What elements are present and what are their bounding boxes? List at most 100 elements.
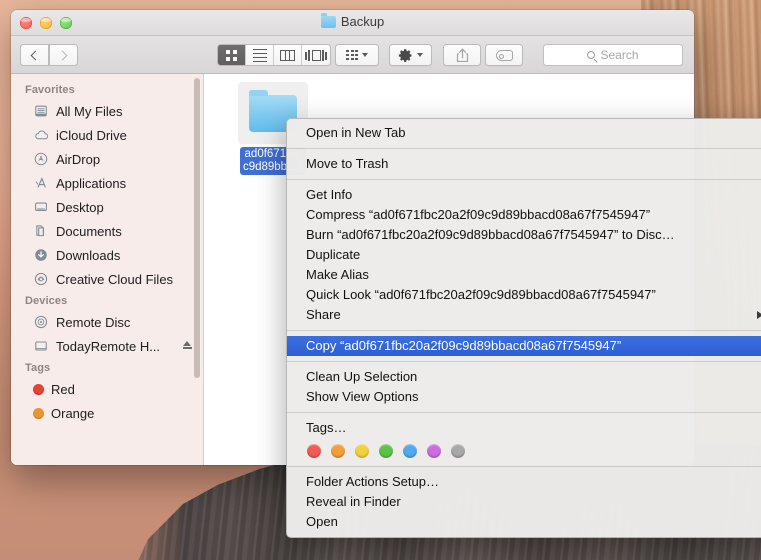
chevron-down-icon (361, 53, 368, 57)
action-gear-button[interactable] (389, 44, 432, 66)
icon-view-button[interactable] (218, 45, 246, 65)
menu-item-quick-look[interactable]: Quick Look “ad0f671fbc20a2f09c9d89bbacd0… (287, 285, 761, 305)
arrange-grid-icon (346, 49, 358, 61)
tag-green-dot[interactable] (379, 444, 393, 458)
menu-item-make-alias[interactable]: Make Alias (287, 265, 761, 285)
menu-separator (287, 361, 761, 362)
arrange-button[interactable] (335, 44, 379, 66)
desktop-wallpaper: Backup Search Favorites All My Files iCl… (0, 0, 761, 560)
tag-dot-icon (33, 383, 44, 395)
search-icon (587, 51, 596, 59)
tag-gray-dot[interactable] (451, 444, 465, 458)
sidebar-item-label: Creative Cloud Files (56, 271, 174, 287)
desktop-icon (33, 199, 49, 215)
sidebar-item-tag-red[interactable]: Red (11, 377, 203, 401)
tag-red-dot[interactable] (307, 444, 321, 458)
sidebar-item-label: All My Files (56, 103, 123, 119)
menu-item-duplicate[interactable]: Duplicate (287, 245, 761, 265)
downloads-icon (33, 247, 49, 263)
hard-drive-icon (33, 338, 49, 354)
sidebar-header-devices: Devices (25, 295, 68, 307)
sidebar-item-label: Desktop (56, 199, 104, 215)
sidebar-item-label: Applications (56, 175, 127, 191)
tag-color-picker (287, 438, 761, 461)
sidebar-header-tags: Tags (25, 362, 51, 374)
submenu-arrow-icon (757, 311, 761, 319)
sidebar-item-label: iCloud Drive (56, 127, 127, 143)
sidebar-item-label: Red (51, 381, 75, 397)
sidebar-scrollbar[interactable] (194, 78, 200, 378)
menu-separator (287, 466, 761, 467)
menu-item-move-to-trash[interactable]: Move to Trash (287, 154, 761, 174)
menu-item-tags[interactable]: Tags… (287, 418, 761, 438)
window-title: Backup (11, 13, 694, 29)
view-mode-segmented-control (217, 44, 331, 66)
menu-item-burn-to-disc[interactable]: Burn “ad0f671fbc20a2f09c9d89bbacd08a67f7… (287, 225, 761, 245)
menu-item-get-info[interactable]: Get Info (287, 185, 761, 205)
coverflow-view-button[interactable] (302, 45, 330, 65)
sidebar-item-documents[interactable]: Documents (11, 219, 203, 243)
tag-dot-icon (33, 407, 44, 419)
menu-separator (287, 330, 761, 331)
sidebar-item-icloud-drive[interactable]: iCloud Drive (11, 123, 203, 147)
sidebar-item-label: TodayRemote H... (56, 338, 161, 354)
edit-tags-button[interactable] (485, 44, 523, 66)
all-my-files-icon (33, 103, 49, 119)
forward-button[interactable] (48, 44, 78, 66)
menu-item-folder-actions-setup[interactable]: Folder Actions Setup… (287, 472, 761, 492)
chevron-down-icon (417, 53, 423, 57)
menu-item-open[interactable]: Open (287, 512, 761, 532)
sidebar: Favorites All My Files iCloud Drive AirD… (11, 74, 204, 465)
tag-purple-dot[interactable] (427, 444, 441, 458)
coverflow-icon (305, 50, 327, 61)
tag-yellow-dot[interactable] (355, 444, 369, 458)
list-view-button[interactable] (246, 45, 274, 65)
airdrop-icon (33, 151, 49, 167)
menu-item-show-view-options[interactable]: Show View Options (287, 387, 761, 407)
sidebar-item-label: Downloads (56, 247, 121, 263)
search-input[interactable]: Search (543, 44, 683, 66)
title-bar: Backup (11, 10, 694, 36)
column-view-button[interactable] (274, 45, 302, 65)
tag-blue-dot[interactable] (403, 444, 417, 458)
sidebar-item-downloads[interactable]: Downloads (11, 243, 203, 267)
applications-icon (33, 175, 49, 191)
eject-icon[interactable] (182, 341, 192, 349)
list-icon (252, 48, 267, 63)
sidebar-item-remote-disc[interactable]: Remote Disc (11, 310, 203, 334)
sidebar-item-creative-cloud-files[interactable]: Creative Cloud Files (11, 267, 203, 291)
menu-item-clean-up-selection[interactable]: Clean Up Selection (287, 367, 761, 387)
toolbar: Search (11, 36, 694, 74)
sidebar-item-applications[interactable]: Applications (11, 171, 203, 195)
share-button[interactable] (443, 44, 481, 66)
tag-orange-dot[interactable] (331, 444, 345, 458)
sidebar-item-label: Documents (56, 223, 122, 239)
navigation-buttons (20, 44, 78, 66)
sidebar-item-label: Orange (51, 405, 95, 421)
menu-item-label: Share (306, 307, 341, 322)
menu-item-open-in-new-tab[interactable]: Open in New Tab (287, 123, 761, 143)
sidebar-item-tag-orange[interactable]: Orange (11, 401, 203, 425)
menu-item-share[interactable]: Share (287, 305, 761, 325)
context-menu: Open in New Tab Move to Trash Get Info C… (286, 118, 761, 538)
sidebar-item-label: Remote Disc (56, 314, 131, 330)
sidebar-item-all-my-files[interactable]: All My Files (11, 99, 203, 123)
sidebar-item-todayremote-hd[interactable]: TodayRemote H... (11, 334, 203, 358)
window-title-text: Backup (340, 14, 385, 29)
menu-item-reveal-in-finder[interactable]: Reveal in Finder (287, 492, 761, 512)
grid-icon (226, 50, 237, 61)
back-button[interactable] (20, 44, 49, 66)
menu-item-compress[interactable]: Compress “ad0f671fbc20a2f09c9d89bbacd08a… (287, 205, 761, 225)
share-icon (456, 48, 468, 62)
chevron-right-icon (57, 50, 67, 60)
folder-icon (320, 13, 336, 28)
sidebar-item-label: AirDrop (56, 151, 101, 167)
menu-item-copy[interactable]: Copy “ad0f671fbc20a2f09c9d89bbacd08a67f7… (287, 336, 761, 356)
icloud-icon (33, 127, 49, 143)
gear-icon (398, 48, 412, 62)
sidebar-item-desktop[interactable]: Desktop (11, 195, 203, 219)
menu-separator (287, 148, 761, 149)
optical-disc-icon (33, 314, 49, 330)
sidebar-item-airdrop[interactable]: AirDrop (11, 147, 203, 171)
menu-separator (287, 412, 761, 413)
